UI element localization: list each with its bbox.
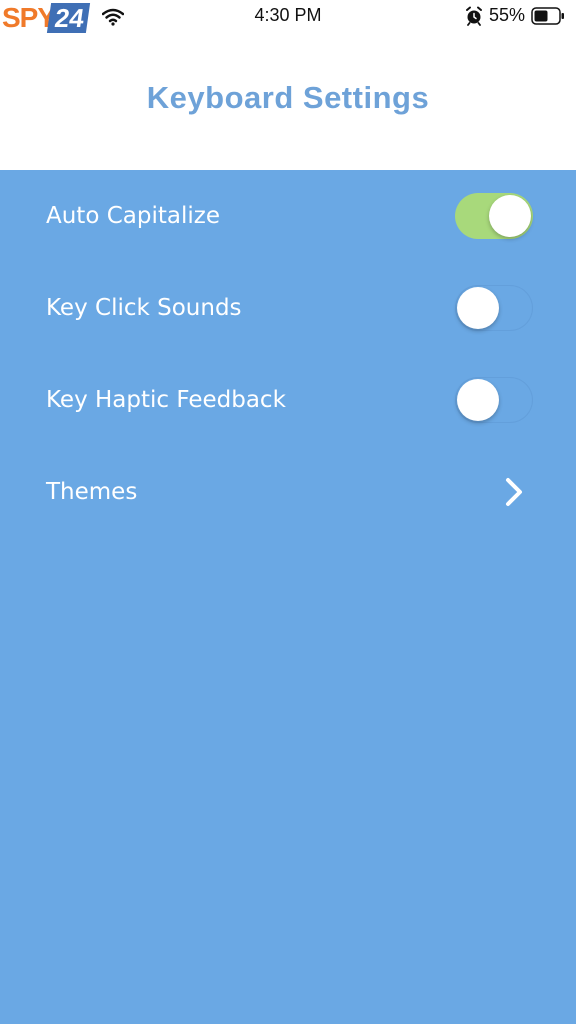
alarm-icon — [466, 6, 482, 26]
key-haptic-feedback-toggle[interactable] — [455, 377, 533, 423]
auto-capitalize-toggle[interactable] — [455, 193, 533, 239]
page-title: Keyboard Settings — [146, 80, 430, 115]
status-bar: SPY 24 4:30 PM 55% — [0, 0, 576, 34]
setting-row-auto-capitalize: Auto Capitalize — [0, 186, 576, 246]
toggle-knob — [457, 287, 499, 329]
toggle-knob — [489, 195, 531, 237]
keyboard-settings-screen: SPY 24 4:30 PM 55% Keyboard Settings Aut… — [0, 0, 576, 1024]
setting-row-key-haptic-feedback: Key Haptic Feedback — [0, 370, 576, 430]
toggle-knob — [457, 379, 499, 421]
setting-label: Auto Capitalize — [46, 203, 220, 229]
battery-icon — [531, 7, 564, 25]
battery-percent: 55% — [489, 5, 526, 25]
setting-label: Themes — [46, 479, 138, 505]
setting-row-key-click-sounds: Key Click Sounds — [0, 278, 576, 338]
setting-label: Key Haptic Feedback — [46, 387, 286, 413]
key-click-sounds-toggle[interactable] — [455, 285, 533, 331]
setting-label: Key Click Sounds — [46, 295, 242, 321]
chevron-right-icon[interactable] — [504, 476, 524, 508]
setting-row-themes[interactable]: Themes — [0, 462, 576, 522]
page-header: Keyboard Settings — [0, 34, 576, 170]
